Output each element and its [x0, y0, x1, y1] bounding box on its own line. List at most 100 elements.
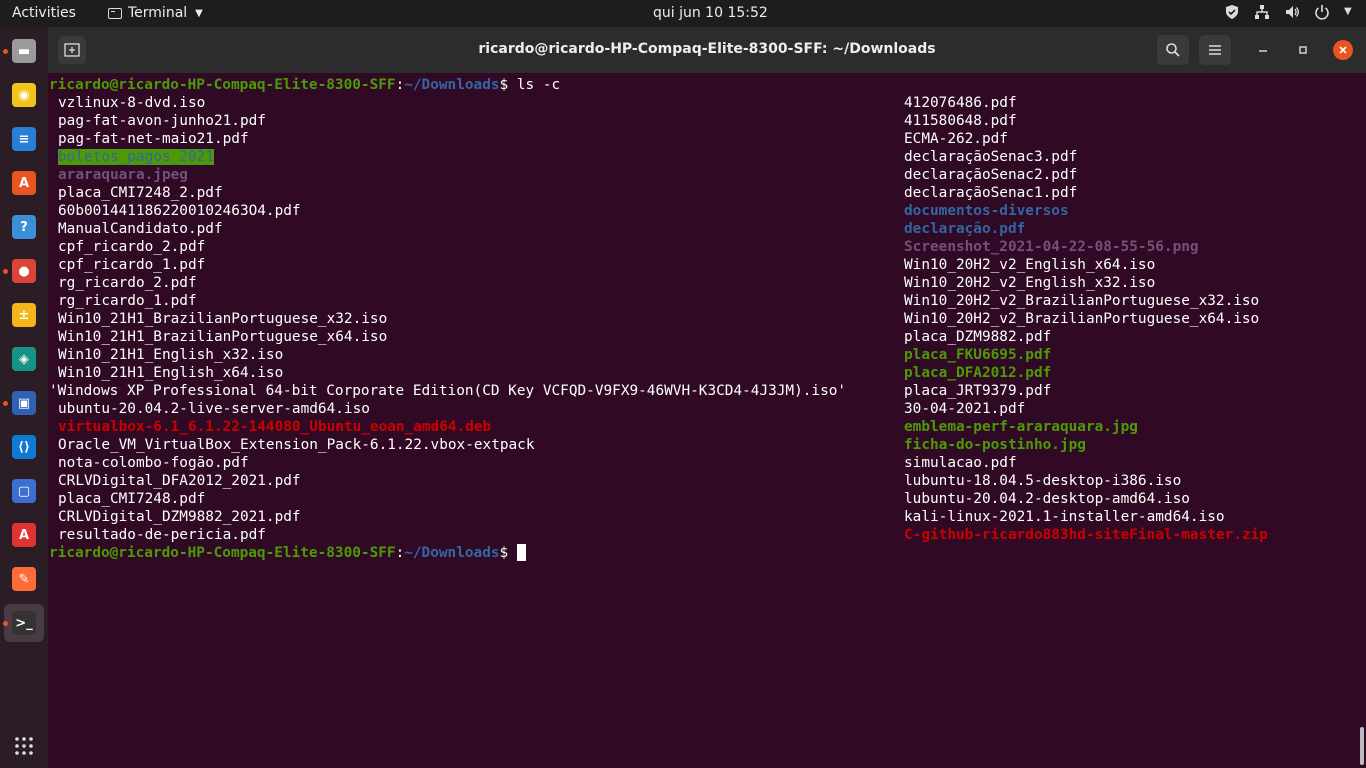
file-name: ManualCandidato.pdf: [58, 221, 223, 237]
chevron-down-icon[interactable]: ▼: [1344, 4, 1354, 20]
dock-item[interactable]: ▢: [4, 472, 44, 510]
dock-item[interactable]: ●: [4, 252, 44, 290]
activities-button[interactable]: Activities: [12, 5, 76, 21]
list-item: documentos-diversos: [904, 202, 1069, 220]
file-name: C-github-ricardo883hd-siteFinal-master.z…: [904, 527, 1268, 543]
list-item: virtualbox-6.1_6.1.22-144080_Ubuntu_eoan…: [58, 418, 491, 436]
file-name: pag-fat-avon-junho21.pdf: [58, 113, 266, 129]
document-viewer-icon: A: [12, 523, 36, 547]
file-name: lubuntu-20.04.2-desktop-amd64.iso: [904, 491, 1190, 507]
list-item: Win10_21H1_English_x64.iso: [58, 364, 283, 382]
file-name: kali-linux-2021.1-installer-amd64.iso: [904, 509, 1225, 525]
list-item: placa_DZM9882.pdf: [904, 328, 1051, 346]
dock-item[interactable]: ±: [4, 296, 44, 334]
list-item: placa_DFA2012.pdf: [904, 364, 1051, 382]
file-name: placa_DZM9882.pdf: [904, 329, 1052, 345]
menu-button[interactable]: [1199, 35, 1231, 65]
scrollbar[interactable]: [1360, 727, 1364, 765]
list-item: simulacao.pdf: [904, 454, 1017, 472]
list-item: declaração.pdf: [904, 220, 1025, 238]
list-item: CRLVDigital_DZM9882_2021.pdf: [58, 508, 301, 526]
list-item: Win10_20H2_v2_BrazilianPortuguese_x32.is…: [904, 292, 1259, 310]
file-name: virtualbox-6.1_6.1.22-144080_Ubuntu_eoan…: [58, 419, 492, 435]
list-item: ficha-do-postinho.jpg: [904, 436, 1086, 454]
dock-item[interactable]: ◉: [4, 76, 44, 114]
file-name: placa_CMI7248.pdf: [58, 491, 206, 507]
list-item: cpf_ricardo_2.pdf: [58, 238, 205, 256]
file-name: rg_ricardo_2.pdf: [58, 275, 197, 291]
text-cursor: [516, 544, 526, 561]
clock[interactable]: qui jun 10 15:52: [653, 5, 768, 21]
dock-item[interactable]: ⟨⟩: [4, 428, 44, 466]
dock-item[interactable]: ▣: [4, 384, 44, 422]
search-icon: [1166, 43, 1180, 57]
virtualbox-icon: ▣: [12, 391, 36, 415]
vscode-icon: ⟨⟩: [12, 435, 36, 459]
files-icon: ▬: [12, 39, 36, 63]
minimize-button[interactable]: [1253, 40, 1273, 60]
shield-icon[interactable]: [1224, 4, 1240, 20]
app-name: Terminal: [128, 5, 188, 21]
network-icon[interactable]: [1254, 4, 1270, 20]
dock-item[interactable]: >_: [4, 604, 44, 642]
file-name: Win10_20H2_v2_English_x64.iso: [904, 257, 1156, 273]
dock-item[interactable]: ?: [4, 208, 44, 246]
dock-item[interactable]: A: [4, 516, 44, 554]
file-name: ECMA-262.pdf: [904, 131, 1008, 147]
current-prompt-line[interactable]: ricardo@ricardo-HP-Compaq-Elite-8300-SFF…: [49, 544, 526, 562]
search-button[interactable]: [1157, 35, 1189, 65]
prompt-separator: :: [395, 545, 405, 561]
file-name: placa_CMI7248_2.pdf: [58, 185, 223, 201]
list-item: 412076486.pdf: [904, 94, 1017, 112]
list-item: boletos_pagos_2021: [58, 148, 214, 166]
rhythmbox-icon: ◉: [12, 83, 36, 107]
prompt-end: $: [499, 545, 517, 561]
dock-item[interactable]: A: [4, 164, 44, 202]
list-item: placa_CMI7248.pdf: [58, 490, 205, 508]
file-name: ubuntu-20.04.2-live-server-amd64.iso: [58, 401, 370, 417]
dock-item[interactable]: ≡: [4, 120, 44, 158]
terminal-titlebar[interactable]: ricardo@ricardo-HP-Compaq-Elite-8300-SFF…: [48, 27, 1366, 73]
file-name: 30-04-2021.pdf: [904, 401, 1026, 417]
list-item: ECMA-262.pdf: [904, 130, 1008, 148]
file-name: 411580648.pdf: [904, 113, 1017, 129]
file-name: cpf_ricardo_2.pdf: [58, 239, 206, 255]
file-name: resultado-de-pericia.pdf: [58, 527, 266, 543]
system-tray[interactable]: ▼: [1224, 4, 1354, 20]
list-item: emblema-perf-araraquara.jpg: [904, 418, 1138, 436]
list-item: CRLVDigital_DFA2012_2021.pdf: [58, 472, 301, 490]
file-name: Oracle_VM_VirtualBox_Extension_Pack-6.1.…: [58, 437, 535, 453]
file-name: araraquara.jpeg: [58, 167, 188, 183]
dock-item[interactable]: ▬: [4, 32, 44, 70]
list-item: lubuntu-18.04.5-desktop-i386.iso: [904, 472, 1181, 490]
terminal-output[interactable]: ricardo@ricardo-HP-Compaq-Elite-8300-SFF…: [48, 73, 1366, 768]
dock-item[interactable]: ✎: [4, 560, 44, 598]
list-item: lubuntu-20.04.2-desktop-amd64.iso: [904, 490, 1190, 508]
gitkraken-icon: ◈: [12, 347, 36, 371]
chevron-down-icon: ▼: [195, 7, 203, 19]
running-indicator: [3, 401, 8, 406]
app-menu[interactable]: Terminal ▼: [108, 5, 203, 21]
power-icon[interactable]: [1314, 4, 1330, 20]
close-button[interactable]: [1333, 40, 1353, 60]
list-item: Win10_21H1_BrazilianPortuguese_x64.iso: [58, 328, 387, 346]
file-name: vzlinux-8-dvd.iso: [58, 95, 206, 111]
ubuntu-software-icon: A: [12, 171, 36, 195]
list-item: vzlinux-8-dvd.iso: [58, 94, 205, 112]
list-item: placa_CMI7248_2.pdf: [58, 184, 223, 202]
dock-item[interactable]: ◈: [4, 340, 44, 378]
file-name: nota-colombo-fogão.pdf: [58, 455, 249, 471]
close-icon: [1339, 46, 1347, 54]
grid-icon: [15, 737, 33, 755]
maximize-button[interactable]: [1293, 40, 1313, 60]
list-item: declaraçãoSenac3.pdf: [904, 148, 1077, 166]
list-item: declaraçãoSenac2.pdf: [904, 166, 1077, 184]
list-item: Oracle_VM_VirtualBox_Extension_Pack-6.1.…: [58, 436, 535, 454]
list-item: declaraçãoSenac1.pdf: [904, 184, 1077, 202]
file-name: declaração.pdf: [904, 221, 1026, 237]
prompt-path: ~/Downloads: [404, 77, 500, 93]
file-name: boletos_pagos_2021: [58, 149, 214, 165]
show-applications-button[interactable]: [14, 736, 34, 756]
file-name: Win10_20H2_v2_BrazilianPortuguese_x32.is…: [904, 293, 1260, 309]
volume-icon[interactable]: [1284, 4, 1300, 20]
